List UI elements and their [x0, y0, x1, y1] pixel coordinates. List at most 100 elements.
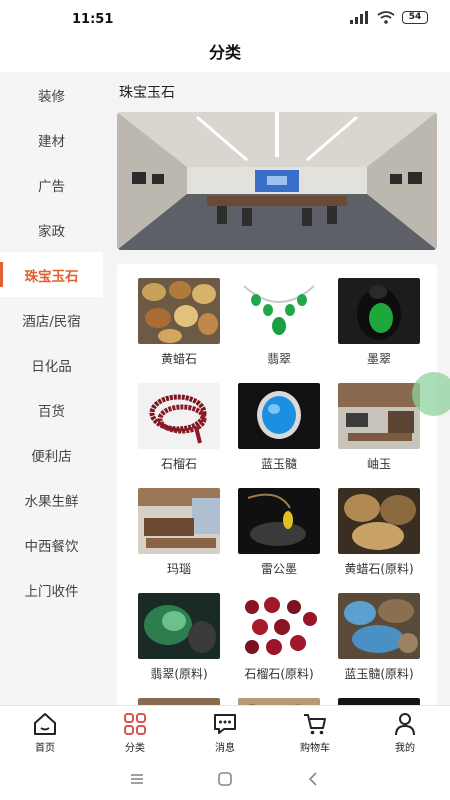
- product-label: 翡翠(原料): [150, 667, 208, 681]
- bottom-tab-bar: 首页 分类 消息 购物车 我的: [0, 705, 450, 757]
- product-label: 墨翠: [366, 352, 391, 366]
- product-thumbnail: [338, 278, 420, 344]
- sidebar-item-label: 百货: [38, 403, 65, 420]
- page-title: 分类: [208, 43, 241, 62]
- grid-item-garnet-raw[interactable]: 石榴石(原料): [229, 593, 329, 682]
- profile-icon: [395, 713, 415, 736]
- wifi-icon: [377, 11, 395, 24]
- sidebar-item-decoration[interactable]: 装修: [0, 72, 103, 117]
- tab-home[interactable]: 首页: [0, 706, 90, 757]
- grid-item-yellow-wax-stone-raw[interactable]: 黄蜡石(原料): [329, 488, 429, 577]
- product-thumbnail: [338, 383, 420, 449]
- product-label: 雷公墨: [260, 562, 297, 576]
- product-thumbnail: [238, 698, 320, 705]
- cart-icon: [304, 714, 326, 735]
- sidebar-item-label: 上门收件: [24, 583, 79, 600]
- product-label: 蓝玉髓: [260, 457, 297, 471]
- grid-item-blue-chalcedony[interactable]: 蓝玉髓: [229, 383, 329, 472]
- product-thumbnail: [138, 278, 220, 344]
- section-title: 珠宝玉石: [119, 85, 175, 101]
- grid-item-jadeite[interactable]: 翡翠: [229, 278, 329, 367]
- product-label: 黄蜡石: [160, 352, 197, 366]
- sidebar-item-label: 日化品: [31, 358, 72, 375]
- product-thumbnail: [238, 383, 320, 449]
- sidebar-item-pickup[interactable]: 上门收件: [0, 567, 103, 612]
- product-thumbnail: [138, 698, 220, 705]
- product-label: 黄蜡石(原料): [344, 562, 414, 576]
- sidebar-item-label: 广告: [38, 178, 65, 195]
- sidebar-item-convenience-store[interactable]: 便利店: [0, 432, 103, 477]
- product-thumbnail: [138, 383, 220, 449]
- floating-assistive-button[interactable]: [412, 372, 450, 416]
- grid-item-partial[interactable]: [329, 698, 429, 705]
- tab-profile[interactable]: 我的: [360, 706, 450, 757]
- status-time: 11:51: [72, 12, 114, 27]
- product-thumbnail: [338, 698, 420, 705]
- sidebar-item-label: 珠宝玉石: [24, 268, 79, 285]
- product-thumbnail: [138, 593, 220, 659]
- sidebar-item-label: 建材: [38, 133, 65, 150]
- grid-item-ink-jade[interactable]: 墨翠: [329, 278, 429, 367]
- sidebar-item-label: 便利店: [31, 448, 72, 465]
- product-grid-card: 黄蜡石 翡翠 墨翠 石榴石 蓝玉髓 岫玉 玛瑙 雷公墨 黄蜡石(原料) 翡翠(原…: [117, 264, 437, 705]
- sidebar-item-fresh-fruit[interactable]: 水果生鲜: [0, 477, 103, 522]
- category-icon: [124, 713, 146, 735]
- product-label: 石榴石: [160, 457, 197, 471]
- sidebar-item-label: 水果生鲜: [24, 493, 79, 510]
- grid-item-yellow-wax-stone[interactable]: 黄蜡石: [129, 278, 229, 367]
- system-nav-bar: [0, 757, 450, 800]
- grid-item-tektite[interactable]: 雷公墨: [229, 488, 329, 577]
- product-thumbnail: [338, 593, 420, 659]
- sidebar-item-label: 家政: [38, 223, 65, 240]
- tab-label: 购物车: [300, 743, 330, 754]
- sidebar-item-dining[interactable]: 中西餐饮: [0, 522, 103, 567]
- tab-label: 分类: [125, 743, 145, 754]
- battery-icon: 54: [402, 11, 428, 24]
- grid-item-partial[interactable]: [129, 698, 229, 705]
- product-thumbnail: [338, 488, 420, 554]
- status-icons: 54: [350, 11, 428, 24]
- product-label: 石榴石(原料): [244, 667, 314, 681]
- sidebar-item-label: 中西餐饮: [24, 538, 79, 555]
- grid-item-garnet[interactable]: 石榴石: [129, 383, 229, 472]
- status-bar: 11:51 54: [0, 0, 450, 38]
- banner-image[interactable]: [117, 112, 437, 250]
- product-label: 蓝玉髓(原料): [344, 667, 414, 681]
- sidebar-item-department-store[interactable]: 百货: [0, 387, 103, 432]
- category-sidebar: 装修 建材 广告 家政 珠宝玉石 酒店/民宿 日化品 百货 便利店 水果生鲜 中…: [0, 72, 103, 705]
- grid-item-blue-chalcedony-raw[interactable]: 蓝玉髓(原料): [329, 593, 429, 682]
- sidebar-item-building-materials[interactable]: 建材: [0, 117, 103, 162]
- menu-icon[interactable]: [129, 772, 145, 786]
- signal-icon: [350, 11, 368, 24]
- tab-label: 消息: [215, 743, 235, 754]
- product-label: 岫玉: [366, 457, 391, 471]
- sidebar-item-label: 装修: [38, 88, 65, 105]
- product-thumbnail: [238, 593, 320, 659]
- sidebar-item-jewelry[interactable]: 珠宝玉石: [0, 252, 103, 297]
- home-icon: [34, 713, 56, 735]
- sidebar-item-daily-chemicals[interactable]: 日化品: [0, 342, 103, 387]
- tab-category[interactable]: 分类: [90, 706, 180, 757]
- product-thumbnail: [238, 278, 320, 344]
- product-thumbnail: [238, 488, 320, 554]
- sidebar-item-housekeeping[interactable]: 家政: [0, 207, 103, 252]
- grid-item-agate[interactable]: 玛瑙: [129, 488, 229, 577]
- sidebar-item-hotel[interactable]: 酒店/民宿: [0, 297, 103, 342]
- home-square-icon[interactable]: [217, 771, 233, 786]
- product-thumbnail: [138, 488, 220, 554]
- back-icon[interactable]: [305, 771, 321, 786]
- tab-cart[interactable]: 购物车: [270, 706, 360, 757]
- grid-item-partial[interactable]: [229, 698, 329, 705]
- category-content: 珠宝玉石 黄蜡石 翡翠 墨翠 石榴石 蓝玉髓 岫玉 玛瑙 雷公墨 黄蜡石(原料)…: [103, 72, 450, 705]
- product-label: 玛瑙: [166, 562, 191, 576]
- tab-messages[interactable]: 消息: [180, 706, 270, 757]
- sidebar-item-label: 酒店/民宿: [22, 313, 81, 330]
- tab-label: 我的: [395, 743, 415, 754]
- product-grid: 黄蜡石 翡翠 墨翠 石榴石 蓝玉髓 岫玉 玛瑙 雷公墨 黄蜡石(原料) 翡翠(原…: [129, 278, 429, 705]
- grid-item-jadeite-raw[interactable]: 翡翠(原料): [129, 593, 229, 682]
- tab-label: 首页: [35, 743, 55, 754]
- sidebar-item-advertising[interactable]: 广告: [0, 162, 103, 207]
- product-label: 翡翠: [266, 352, 291, 366]
- page-header: 分类: [0, 38, 450, 72]
- message-icon: [214, 714, 236, 734]
